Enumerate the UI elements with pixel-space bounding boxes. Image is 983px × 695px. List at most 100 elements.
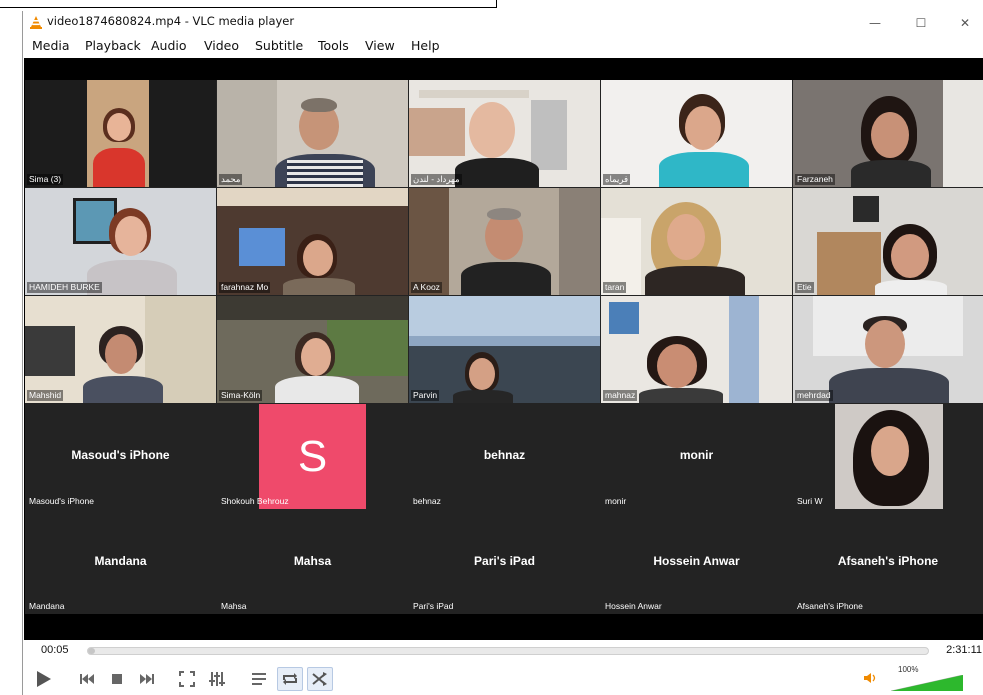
participant-name: A Kooz (411, 282, 442, 293)
participant-name: behnaz (413, 496, 441, 506)
participant-tile: Etie (793, 188, 983, 295)
menu-audio[interactable]: Audio (151, 38, 187, 53)
minimize-button[interactable]: — (852, 11, 898, 34)
participant-name: Masoud's iPhone (29, 496, 94, 506)
stop-button[interactable] (105, 667, 129, 691)
participant-tile: monir monir (601, 404, 792, 509)
participant-center-name: Masoud's iPhone (71, 448, 170, 462)
participant-tile: Sima-Köln (217, 296, 408, 403)
participant-name: Pari's iPad (413, 601, 454, 611)
participant-name: فریماه (603, 174, 631, 185)
participant-name: Mahsa (221, 601, 247, 611)
participant-tile: Mandana Mandana (25, 510, 216, 614)
participant-name: Sima-Köln (219, 390, 263, 401)
participant-tile: mahnaz (601, 296, 792, 403)
participant-name: monir (605, 496, 627, 506)
participant-name: Etie (795, 282, 814, 293)
seek-row: 00:05 2:31:11 (23, 641, 983, 661)
participant-tile: Mahshid (25, 296, 216, 403)
play-button[interactable] (31, 667, 57, 691)
participant-tile: mehrdad (793, 296, 983, 403)
maximize-button[interactable]: ☐ (898, 11, 944, 34)
participant-name: Mahshid (27, 390, 64, 401)
title-bar: video1874680824.mp4 - VLC media player —… (23, 11, 983, 34)
participant-name: Suri W (797, 496, 823, 506)
window-title: video1874680824.mp4 - VLC media player (47, 14, 295, 28)
previous-button[interactable] (75, 667, 99, 691)
participant-center-name: Mandana (94, 554, 147, 568)
participant-tile: taran (601, 188, 792, 295)
next-icon (140, 674, 154, 684)
seek-slider[interactable] (87, 647, 929, 655)
participant-name: Sima (3) (27, 174, 64, 185)
participant-tile: Pari's iPad Pari's iPad (409, 510, 600, 614)
elapsed-time: 00:05 (41, 644, 69, 656)
participant-tile: Farzaneh (793, 80, 983, 187)
participant-center-name: behnaz (483, 448, 526, 462)
participant-tile: فریماه (601, 80, 792, 187)
avatar: S (259, 404, 366, 509)
extended-settings-button[interactable] (205, 667, 229, 691)
participant-center-name: Afsaneh's iPhone (837, 554, 939, 568)
participant-name: مهرداد - لندن (411, 174, 462, 185)
participant-name: mahnaz (603, 390, 638, 401)
participant-center-name: Hossein Anwar (653, 554, 740, 568)
next-button[interactable] (135, 667, 159, 691)
menu-tools[interactable]: Tools (318, 38, 349, 53)
participant-center-name: Mahsa (293, 554, 332, 568)
speaker-icon[interactable] (863, 672, 877, 684)
participant-tile: behnaz behnaz (409, 404, 600, 509)
video-output[interactable]: Sima (3) محمد مهرداد - لندن فریماه Farza… (24, 58, 983, 640)
menu-help[interactable]: Help (411, 38, 440, 53)
loop-icon (283, 673, 297, 685)
fullscreen-button[interactable] (175, 667, 199, 691)
loop-button[interactable] (277, 667, 303, 691)
menu-playback[interactable]: Playback (85, 38, 141, 53)
participant-tile: Masoud's iPhone Masoud's iPhone (25, 404, 216, 509)
outer-frame-line (0, 0, 983, 8)
participant-name: mehrdad (795, 390, 833, 401)
close-button[interactable]: ✕ (942, 11, 983, 34)
participant-center-name: monir (679, 448, 714, 462)
participant-tile: A Kooz (409, 188, 600, 295)
participant-tile: Hossein Anwar Hossein Anwar (601, 510, 792, 614)
volume-slider[interactable] (891, 675, 963, 691)
playlist-button[interactable] (247, 667, 271, 691)
participant-name: Mandana (29, 601, 65, 611)
avatar-letter: S (297, 431, 328, 481)
playlist-icon (252, 673, 266, 685)
total-time: 2:31:11 (946, 644, 982, 656)
participant-tile: Parvin (409, 296, 600, 403)
participant-name: Afsaneh's iPhone (797, 601, 863, 611)
participant-name: Hossein Anwar (605, 601, 662, 611)
vlc-window: video1874680824.mp4 - VLC media player —… (22, 11, 983, 695)
equalizer-icon (209, 672, 225, 686)
play-icon (37, 671, 51, 687)
participant-name: Parvin (411, 390, 440, 401)
participant-center-name: Pari's iPad (474, 554, 535, 568)
participant-tile: S Shokouh Behrouz (217, 404, 408, 509)
volume-percentage: 100% (898, 665, 919, 674)
shuffle-icon (312, 672, 327, 686)
participant-tile: HAMIDEH BURKE (25, 188, 216, 295)
fullscreen-icon (179, 671, 195, 687)
participant-name: taran (603, 282, 627, 293)
participant-tile: محمد (217, 80, 408, 187)
vlc-cone-icon (30, 16, 42, 29)
participant-name: Shokouh Behrouz (221, 496, 289, 506)
participant-tile: Mahsa Mahsa (217, 510, 408, 614)
menu-subtitle[interactable]: Subtitle (255, 38, 303, 53)
participant-tile: Suri W (793, 404, 983, 509)
menu-view[interactable]: View (365, 38, 395, 53)
previous-icon (80, 674, 94, 684)
participant-tile: Afsaneh's iPhone Afsaneh's iPhone (793, 510, 983, 614)
participant-tile: Sima (3) (25, 80, 216, 187)
shuffle-button[interactable] (307, 667, 333, 691)
participant-name: farahnaz Mo (219, 282, 271, 293)
stop-icon (112, 674, 122, 684)
participant-name: HAMIDEH BURKE (27, 282, 102, 293)
menu-video[interactable]: Video (204, 38, 239, 53)
participant-grid: Sima (3) محمد مهرداد - لندن فریماه Farza… (25, 80, 983, 614)
menu-media[interactable]: Media (32, 38, 70, 53)
participant-tile: farahnaz Mo (217, 188, 408, 295)
